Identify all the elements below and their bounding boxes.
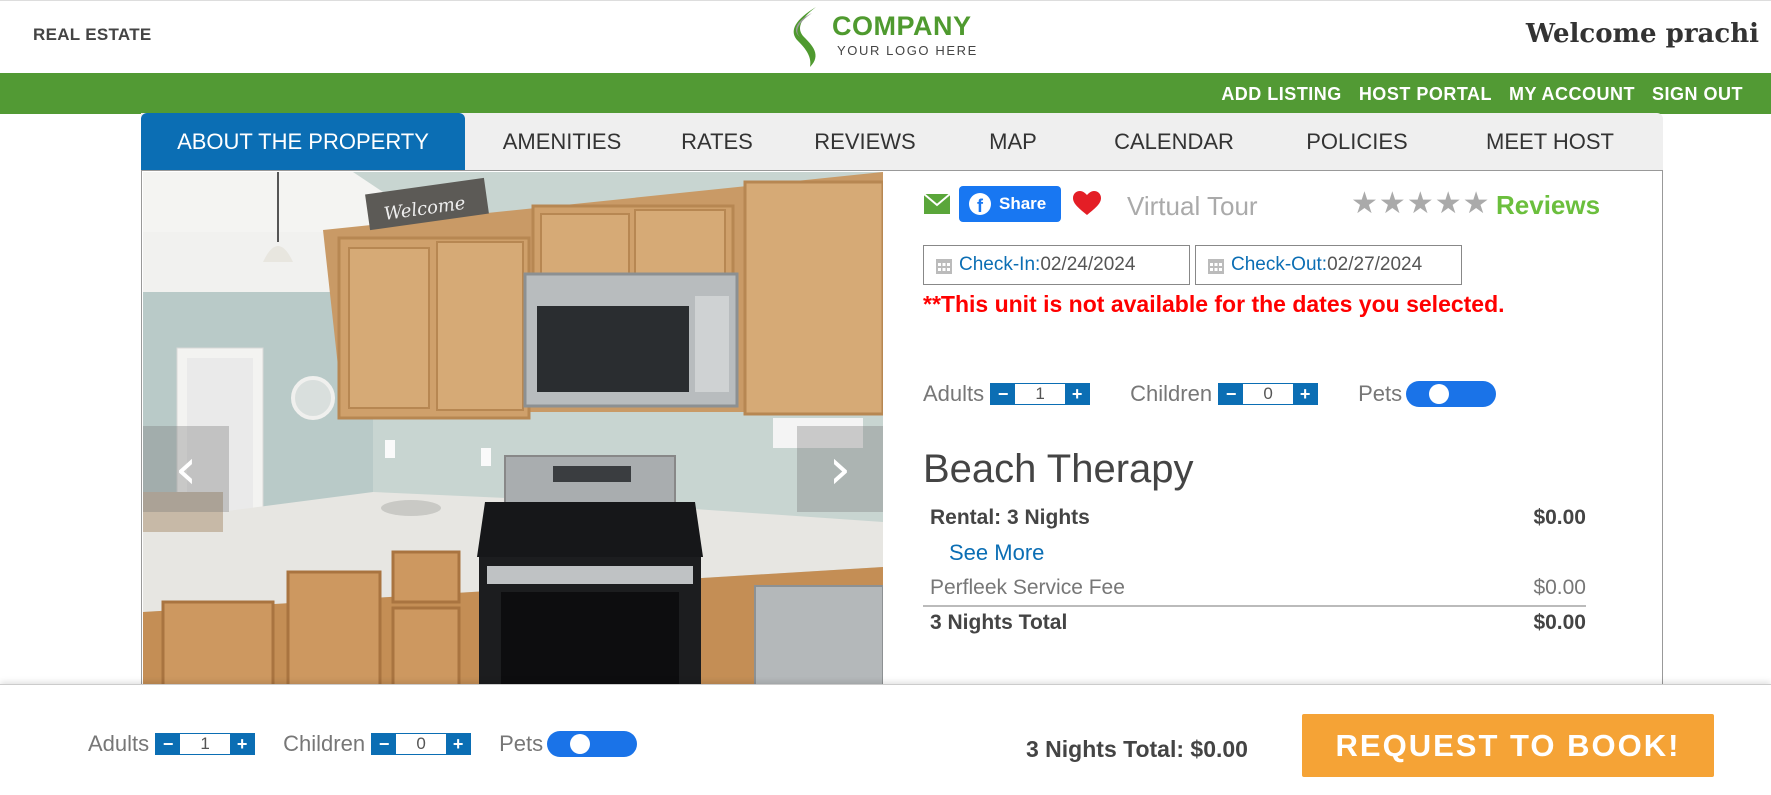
company-logo[interactable]: COMPANY YOUR LOGO HERE — [782, 5, 1002, 69]
star-icon: ★ — [1351, 186, 1378, 221]
calendar-icon — [936, 258, 952, 274]
request-to-book-button[interactable]: REQUEST TO BOOK! — [1302, 714, 1714, 777]
bottom-nights-total: 3 Nights Total: $0.00 — [1026, 736, 1248, 762]
adults-label: Adults — [923, 381, 985, 406]
booking-bottom-bar: Adults − 1 + Children − 0 + Pets 3 Night… — [0, 684, 1771, 795]
tab-about-the-property[interactable]: ABOUT THE PROPERTY — [141, 113, 465, 170]
rental-amount: $0.00 — [1533, 506, 1586, 529]
site-header: REAL ESTATE COMPANY YOUR LOGO HERE Welco… — [0, 0, 1771, 72]
check-in-field[interactable]: Check-In: 02/24/2024 — [923, 245, 1190, 285]
children-value[interactable]: 0 — [1243, 384, 1294, 404]
heart-icon[interactable] — [1073, 191, 1101, 217]
logo-company-name: COMPANY — [832, 11, 972, 41]
children-decrement-button[interactable]: − — [1219, 383, 1244, 405]
bottom-adults-increment-button[interactable]: + — [230, 733, 255, 755]
bottom-children-decrement-button[interactable]: − — [372, 733, 397, 755]
children-label: Children — [1130, 381, 1213, 406]
bottom-adults-stepper: − 1 + — [155, 733, 256, 755]
bottom-adults-value[interactable]: 1 — [180, 734, 231, 754]
total-row: 3 Nights Total $0.00 — [923, 605, 1586, 639]
tab-policies[interactable]: POLICIES — [1277, 113, 1437, 170]
bottom-children-label: Children — [283, 731, 366, 756]
nav-host-portal[interactable]: HOST PORTAL — [1359, 84, 1492, 105]
service-fee-amount: $0.00 — [1533, 576, 1586, 599]
adults-increment-button[interactable]: + — [1065, 383, 1090, 405]
bottom-children-value[interactable]: 0 — [396, 734, 447, 754]
gallery-prev-button[interactable]: ‹ — [143, 426, 229, 512]
rating-stars: ★ ★ ★ ★ ★ — [1351, 189, 1490, 219]
see-more-link[interactable]: See More — [923, 535, 1586, 571]
site-category-label: REAL ESTATE — [33, 25, 152, 44]
unavailable-message: **This unit is not available for the dat… — [923, 291, 1505, 317]
bottom-adults-label: Adults — [88, 731, 150, 756]
star-icon: ★ — [1462, 186, 1490, 221]
nav-my-account[interactable]: MY ACCOUNT — [1509, 84, 1635, 105]
logo-tagline: YOUR LOGO HERE — [837, 43, 978, 58]
bottom-pets-toggle[interactable] — [547, 731, 638, 757]
guest-selector: Adults − 1 + Children − 0 + Pets — [923, 379, 1497, 409]
check-in-label: Check-In: — [959, 254, 1041, 275]
total-label: 3 Nights Total — [930, 611, 1068, 634]
leaf-logo-icon — [793, 7, 816, 67]
rental-label: Rental: 3 Nights — [930, 506, 1090, 529]
children-increment-button[interactable]: + — [1293, 383, 1318, 405]
chevron-left-icon: ‹ — [174, 436, 198, 502]
adults-value[interactable]: 1 — [1015, 384, 1066, 404]
nav-sign-out[interactable]: SIGN OUT — [1652, 84, 1743, 105]
toggle-knob — [570, 734, 591, 754]
adults-decrement-button[interactable]: − — [991, 383, 1016, 405]
pets-label: Pets — [1358, 381, 1403, 406]
calendar-icon — [1208, 258, 1224, 274]
bottom-guest-selector: Adults − 1 + Children − 0 + Pets — [88, 729, 638, 759]
chevron-right-icon: › — [828, 436, 852, 502]
check-out-label: Check-Out: — [1231, 254, 1328, 275]
bottom-children-stepper: − 0 + — [371, 733, 472, 755]
star-icon: ★ — [1434, 186, 1462, 221]
total-amount: $0.00 — [1533, 611, 1586, 634]
star-icon: ★ — [1378, 186, 1406, 221]
service-fee-label: Perfleek Service Fee — [930, 576, 1125, 599]
check-in-value: 02/24/2024 — [1040, 254, 1136, 275]
price-breakdown: Rental: 3 Nights $0.00 See More Perfleek… — [923, 501, 1586, 639]
property-tabs: ABOUT THE PROPERTY AMENITIES RATES REVIE… — [141, 113, 1663, 170]
share-label: Share — [999, 194, 1047, 213]
tab-reviews[interactable]: REVIEWS — [775, 113, 955, 170]
check-out-field[interactable]: Check-Out: 02/27/2024 — [1195, 245, 1462, 285]
nav-add-listing[interactable]: ADD LISTING — [1221, 84, 1342, 105]
rental-row: Rental: 3 Nights $0.00 — [923, 501, 1586, 535]
gallery-next-button[interactable]: › — [797, 426, 883, 512]
property-content-panel: Welcome ‹ › f Share Virtual Tour ★ ★ ★ ★… — [141, 170, 1663, 685]
bottom-pets-label: Pets — [499, 731, 544, 756]
property-photo[interactable]: Welcome ‹ › — [143, 172, 883, 685]
account-nav-bar: ADD LISTING HOST PORTAL MY ACCOUNT SIGN … — [0, 73, 1771, 114]
mail-icon[interactable] — [923, 193, 951, 215]
tab-calendar[interactable]: CALENDAR — [1071, 113, 1277, 170]
property-title: Beach Therapy — [923, 447, 1194, 491]
check-out-value: 02/27/2024 — [1327, 254, 1423, 275]
service-fee-row: Perfleek Service Fee $0.00 — [923, 571, 1586, 605]
kitchen-photo-image: Welcome — [143, 172, 883, 685]
tab-map[interactable]: MAP — [955, 113, 1071, 170]
children-stepper: − 0 + — [1218, 383, 1319, 405]
adults-stepper: − 1 + — [990, 383, 1091, 405]
star-icon: ★ — [1406, 186, 1434, 221]
tab-rates[interactable]: RATES — [659, 113, 775, 170]
bottom-adults-decrement-button[interactable]: − — [156, 733, 181, 755]
facebook-icon: f — [969, 193, 991, 215]
pets-toggle[interactable] — [1406, 381, 1497, 407]
tab-amenities[interactable]: AMENITIES — [465, 113, 659, 170]
reviews-link[interactable]: Reviews — [1496, 190, 1600, 221]
welcome-message: Welcome prachi — [1525, 19, 1759, 49]
bottom-children-increment-button[interactable]: + — [446, 733, 471, 755]
tab-meet-host[interactable]: MEET HOST — [1437, 113, 1663, 170]
toggle-knob — [1429, 384, 1450, 404]
property-actions: f Share Virtual Tour ★ ★ ★ ★ ★ Reviews — [923, 183, 1623, 223]
facebook-share-button[interactable]: f Share — [959, 186, 1061, 222]
virtual-tour-link[interactable]: Virtual Tour — [1127, 191, 1258, 222]
